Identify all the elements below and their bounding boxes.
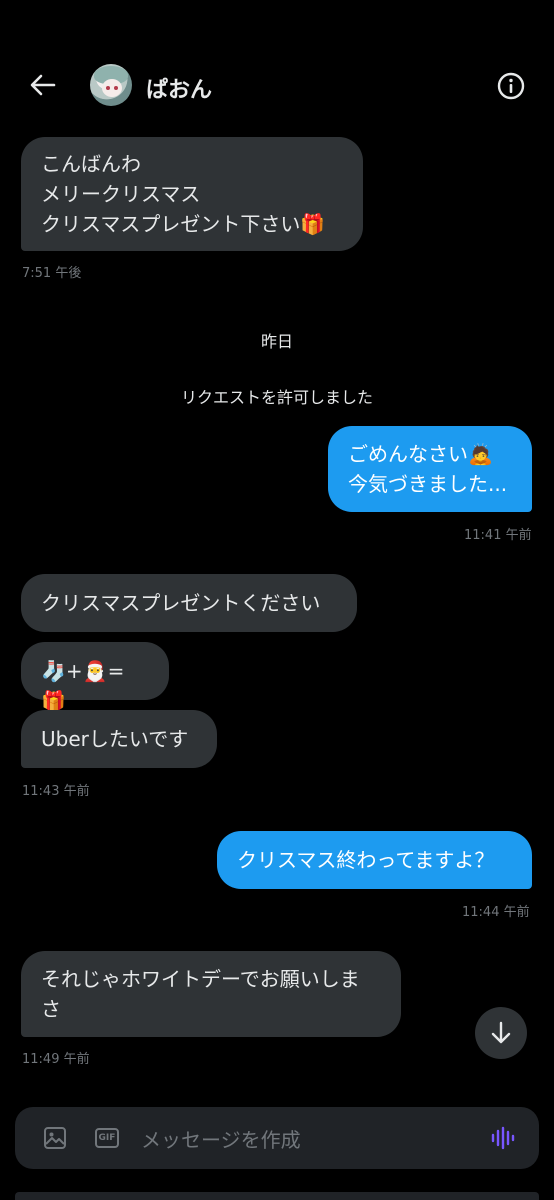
- message-text: 🧦+🎅=🎁: [41, 659, 125, 713]
- message-text: こんばんわ: [41, 152, 141, 176]
- image-icon: [44, 1127, 66, 1149]
- request-accepted-notice: リクエストを許可しました: [180, 388, 373, 407]
- info-button[interactable]: [490, 65, 532, 107]
- message-timestamp: 11:43 午前: [22, 784, 90, 799]
- message-text: 今気づきました...: [348, 472, 508, 496]
- message-bubble-incoming[interactable]: クリスマスプレゼントください: [21, 574, 357, 632]
- info-icon: [497, 72, 525, 100]
- contact-name[interactable]: ぱおん: [146, 72, 212, 104]
- voice-wave-icon: [491, 1126, 515, 1150]
- message-bubble-incoming[interactable]: 🧦+🎅=🎁: [21, 642, 169, 713]
- gif-button[interactable]: GIF: [93, 1124, 121, 1152]
- message-text: クリスマスプレゼント下さい🎁: [41, 212, 326, 236]
- message-timestamp: 11:49 午前: [22, 1052, 90, 1067]
- date-divider: 昨日: [260, 332, 293, 351]
- message-text: クリスマス終わってますよ？: [237, 848, 495, 872]
- message-input[interactable]: メッセージを作成: [141, 1124, 301, 1153]
- avatar[interactable]: [90, 64, 132, 106]
- message-timestamp: 11:44 午前: [462, 905, 530, 920]
- message-timestamp: 7:51 午後: [22, 266, 82, 281]
- image-button[interactable]: [41, 1124, 69, 1152]
- bottom-edge: [15, 1192, 539, 1200]
- message-bubble-incoming[interactable]: こんばんわ メリークリスマス クリスマスプレゼント下さい🎁: [21, 137, 363, 251]
- message-text: それじゃホワイトデーでお願いしま: [41, 967, 360, 991]
- voice-message-button[interactable]: [489, 1124, 517, 1152]
- scroll-to-bottom-button[interactable]: [475, 1007, 527, 1059]
- conversation-header: ぱおん: [0, 50, 554, 122]
- message-timestamp: 11:41 午前: [464, 528, 532, 543]
- message-text: さ: [41, 997, 61, 1021]
- message-text: メリークリスマス: [41, 182, 201, 206]
- message-bubble-outgoing[interactable]: クリスマス終わってますよ？: [217, 831, 532, 889]
- message-text: ごめんなさい🙇: [348, 442, 493, 466]
- message-bubble-outgoing[interactable]: ごめんなさい🙇 今気づきました...: [328, 426, 532, 512]
- message-text: クリスマスプレゼントください: [41, 591, 321, 615]
- scroll-down-icon: [491, 1021, 511, 1044]
- message-bubble-incoming[interactable]: Uberしたいです: [21, 710, 217, 768]
- gif-icon: GIF: [95, 1128, 119, 1148]
- back-button[interactable]: [22, 64, 64, 106]
- message-bubble-incoming[interactable]: それじゃホワイトデーでお願いしま さ: [21, 951, 401, 1037]
- back-arrow-icon: [30, 74, 56, 96]
- message-text: Uberしたいです: [41, 727, 189, 751]
- message-composer: GIF メッセージを作成: [15, 1107, 539, 1169]
